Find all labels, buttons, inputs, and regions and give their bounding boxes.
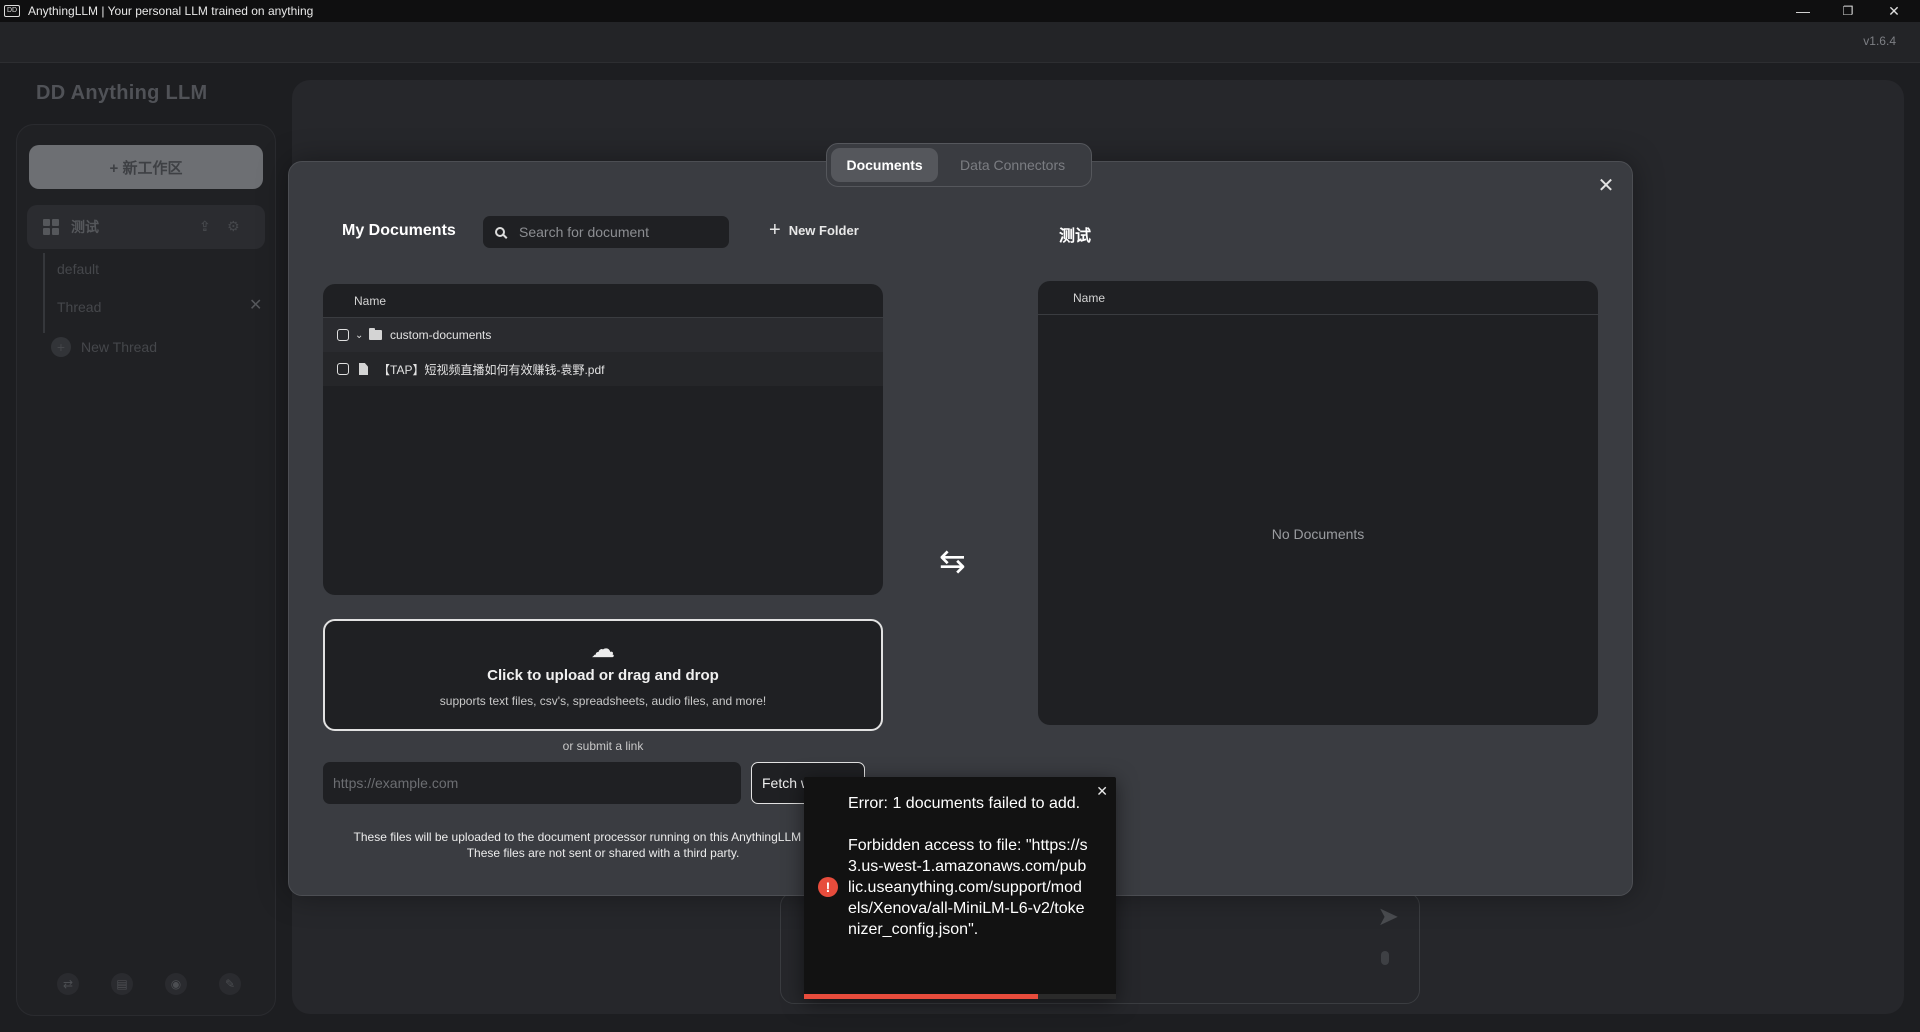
workspace-name: 测试 <box>71 219 99 235</box>
privacy-line-1: These files will be uploaded to the docu… <box>353 830 853 844</box>
file-icon <box>359 363 368 375</box>
new-folder-button[interactable]: + New Folder <box>769 220 859 240</box>
plus-icon: + <box>769 219 781 241</box>
toast-message: Error: 1 documents failed to add. Forbid… <box>848 795 1088 938</box>
toast-close-icon[interactable]: ✕ <box>1096 783 1108 800</box>
sidebar: + 新工作区 测试 ⇪ ⚙ default Thread ✕ + New Thr… <box>16 124 276 1016</box>
document-search[interactable] <box>483 216 729 248</box>
file-checkbox[interactable] <box>337 363 349 375</box>
new-workspace-button[interactable]: + 新工作区 <box>29 145 263 189</box>
version-label: v1.6.4 <box>1863 34 1896 48</box>
my-documents-title: My Documents <box>342 222 456 239</box>
folder-checkbox[interactable] <box>337 329 349 341</box>
privacy-note: These files will be uploaded to the docu… <box>323 829 883 861</box>
workspace-docs-title: 测试 <box>1059 228 1092 245</box>
thread-item-thread[interactable]: Thread <box>57 299 101 315</box>
link-url-input[interactable] <box>323 762 741 804</box>
folder-icon <box>369 328 382 340</box>
upload-icon[interactable]: ⇪ <box>199 218 215 234</box>
swap-arrows-icon[interactable]: ⇆ <box>939 542 979 582</box>
modal-close-icon[interactable]: ✕ <box>1594 174 1618 198</box>
sidebar-logo: DD Anything LLM <box>36 82 208 104</box>
delete-thread-icon[interactable]: ✕ <box>249 295 262 315</box>
thread-connector <box>43 253 45 333</box>
docs-icon[interactable]: ▤ <box>111 973 133 995</box>
file-row[interactable]: 【TAP】短视频直播如何有效赚钱-袁野.pdf <box>323 352 883 386</box>
cloud-upload-icon: ☁ <box>591 636 615 663</box>
empty-state-text: No Documents <box>1271 526 1365 542</box>
tab-documents[interactable]: Documents <box>831 148 939 182</box>
upload-subtitle: supports text files, csv's, spreadsheets… <box>439 694 767 708</box>
list-header-name: Name <box>1038 281 1598 315</box>
tab-data-connectors[interactable]: Data Connectors <box>938 148 1087 182</box>
window-close-button[interactable]: ✕ <box>1874 0 1914 22</box>
gear-icon[interactable]: ⚙ <box>227 218 243 234</box>
toast-progress-bar <box>804 994 1116 999</box>
folder-row[interactable]: ⌄ custom-documents <box>323 318 883 352</box>
search-input[interactable] <box>517 223 721 241</box>
minimize-button[interactable]: — <box>1783 0 1823 22</box>
plus-circle-icon: + <box>51 337 71 357</box>
toast-progress-fill <box>804 994 1038 999</box>
new-thread-label: New Thread <box>81 339 158 355</box>
my-documents-list: Name ⌄ custom-documents 【TAP】短视频直播如何有效赚钱… <box>323 284 883 595</box>
error-toast: ✕ ! Error: 1 documents failed to add. Fo… <box>804 777 1116 999</box>
community-icon[interactable]: ⇄ <box>57 973 79 995</box>
microphone-icon[interactable] <box>1381 951 1389 965</box>
send-icon[interactable]: ➤ <box>1377 901 1399 932</box>
workspace-item[interactable]: 测试 ⇪ ⚙ <box>27 205 265 249</box>
thread-item-default[interactable]: default <box>57 261 99 277</box>
file-name: 【TAP】短视频直播如何有效赚钱-袁野.pdf <box>378 362 605 377</box>
top-band: v1.6.4 <box>0 22 1920 63</box>
folder-name: custom-documents <box>390 328 492 342</box>
sidebar-footer: ⇄ ▤ ◉ ✎ <box>57 973 241 995</box>
privacy-line-2: These files are not sent or shared with … <box>466 846 740 860</box>
discord-icon[interactable]: ◉ <box>165 973 187 995</box>
upload-dropzone[interactable]: ☁ Click to upload or drag and drop suppo… <box>323 619 883 731</box>
error-icon: ! <box>818 877 838 897</box>
window-titlebar: DD AnythingLLM | Your personal LLM train… <box>0 0 1920 22</box>
or-submit-link-text: or submit a link <box>562 739 644 753</box>
list-header-name: Name <box>323 284 883 318</box>
window-title: AnythingLLM | Your personal LLM trained … <box>28 4 314 18</box>
modal-tabs: Documents Data Connectors <box>826 143 1092 187</box>
workspace-grid-icon <box>43 219 59 235</box>
app-logo-icon: DD <box>4 5 20 17</box>
search-icon <box>495 227 505 237</box>
workspace-documents-list: Name No Documents <box>1038 281 1598 725</box>
maximize-button[interactable]: ❐ <box>1828 0 1868 22</box>
new-thread-button[interactable]: + New Thread <box>51 337 157 357</box>
chevron-down-icon[interactable]: ⌄ <box>355 330 363 341</box>
upload-title: Click to upload or drag and drop <box>487 667 719 684</box>
settings-wrench-icon[interactable]: ✎ <box>219 973 241 995</box>
new-folder-label: New Folder <box>788 222 859 238</box>
